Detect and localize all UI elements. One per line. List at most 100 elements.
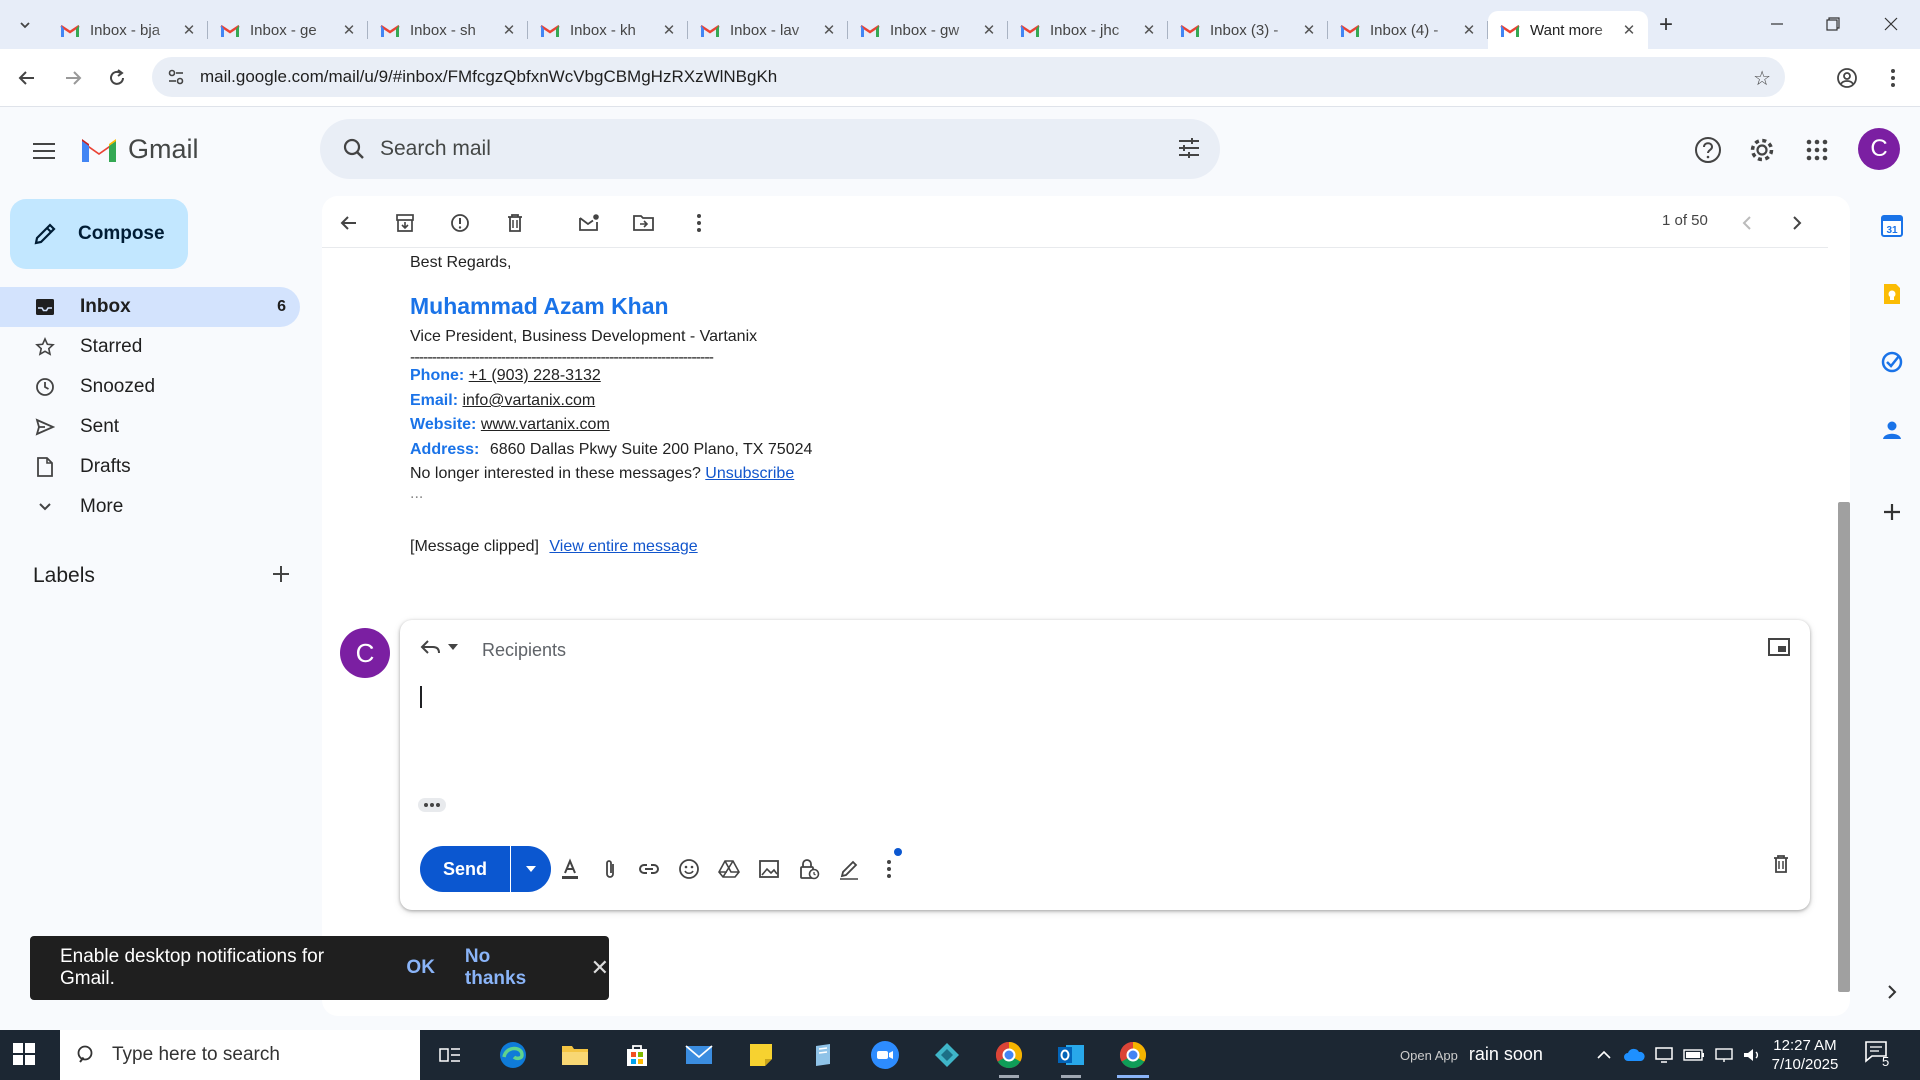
recipients-field[interactable]: Recipients [482, 640, 566, 661]
close-icon[interactable]: ✕ [1460, 21, 1478, 39]
sidebar-item-sent[interactable]: Sent [0, 407, 300, 447]
browser-tab[interactable]: Inbox - sh ✕ [368, 11, 528, 49]
formatting-options-button[interactable] [555, 854, 585, 884]
toast-ok-button[interactable]: OK [406, 957, 435, 979]
taskbar-clock[interactable]: 12:27 AM 7/10/2025 [1770, 1036, 1840, 1074]
apps-button[interactable] [1796, 129, 1838, 171]
taskbar-search-box[interactable]: Type here to search [60, 1030, 420, 1080]
start-button[interactable] [12, 1042, 36, 1071]
unsubscribe-link[interactable]: Unsubscribe [705, 465, 794, 482]
send-button[interactable]: Send [420, 846, 510, 892]
tab-search-dropdown[interactable] [12, 12, 38, 38]
browser-tab[interactable]: Inbox - gw ✕ [848, 11, 1008, 49]
more-actions-button[interactable] [682, 206, 716, 240]
weather-widget[interactable]: Open App rain soon [1400, 1044, 1543, 1065]
browser-tab[interactable]: Inbox - lav ✕ [688, 11, 848, 49]
taskbar-chrome-2[interactable] [1103, 1030, 1163, 1080]
close-icon[interactable]: ✕ [180, 21, 198, 39]
gmail-logo[interactable]: Gmail [80, 134, 199, 165]
search-bar[interactable] [320, 119, 1220, 179]
close-icon[interactable]: ✕ [980, 21, 998, 39]
contacts-app-button[interactable] [1874, 412, 1910, 448]
battery-tray[interactable] [1682, 1044, 1706, 1066]
taskbar-mail[interactable] [669, 1030, 729, 1080]
browser-tab[interactable]: Inbox (4) - ✕ [1328, 11, 1488, 49]
insert-emoji-button[interactable] [674, 854, 704, 884]
insert-drive-button[interactable] [714, 854, 744, 884]
taskbar-app-blue[interactable] [793, 1030, 853, 1080]
send-options-button[interactable] [511, 846, 551, 892]
trimmed-content-ellipsis[interactable]: ... [410, 485, 423, 503]
browser-tab[interactable]: Inbox (3) - ✕ [1168, 11, 1328, 49]
browser-tab[interactable]: Inbox - ge ✕ [208, 11, 368, 49]
get-addons-button[interactable] [1874, 494, 1910, 530]
sidebar-item-starred[interactable]: Starred [0, 327, 300, 367]
taskbar-sticky-notes[interactable] [731, 1030, 791, 1080]
show-trimmed-content-button[interactable] [418, 798, 446, 812]
back-to-inbox-button[interactable] [332, 206, 366, 240]
main-menu-button[interactable] [24, 131, 64, 171]
insert-signature-button[interactable] [834, 854, 864, 884]
newer-button[interactable] [1730, 206, 1764, 240]
scrollbar-thumb[interactable] [1838, 502, 1850, 992]
older-button[interactable] [1780, 206, 1814, 240]
site-info-icon[interactable] [158, 67, 194, 87]
network-tray[interactable] [1712, 1044, 1736, 1066]
browser-tab[interactable]: Inbox - bja ✕ [48, 11, 208, 49]
close-icon[interactable]: ✕ [340, 21, 358, 39]
close-icon[interactable]: ✕ [660, 21, 678, 39]
taskbar-outlook[interactable] [1041, 1030, 1101, 1080]
reply-type-button[interactable] [420, 638, 460, 656]
help-button[interactable] [1687, 129, 1729, 171]
task-view-button[interactable] [420, 1030, 480, 1080]
close-window-button[interactable] [1868, 8, 1914, 40]
insert-link-button[interactable] [634, 854, 664, 884]
browser-tab[interactable]: Inbox - jhc ✕ [1008, 11, 1168, 49]
account-avatar[interactable]: C [1858, 128, 1900, 170]
email-link[interactable]: info@vartanix.com [462, 392, 595, 409]
hide-side-panel-button[interactable] [1874, 974, 1910, 1010]
forward-button[interactable] [56, 61, 90, 95]
tasks-app-button[interactable] [1874, 344, 1910, 380]
more-options-button[interactable] [874, 848, 904, 884]
browser-menu-button[interactable] [1876, 61, 1910, 95]
calendar-app-button[interactable]: 31 [1874, 208, 1910, 244]
restore-button[interactable] [1810, 8, 1856, 40]
toast-close-icon[interactable]: ✕ [591, 955, 609, 981]
browser-tab[interactable]: Inbox - kh ✕ [528, 11, 688, 49]
create-label-button[interactable] [264, 557, 298, 591]
discard-draft-button[interactable] [1772, 854, 1790, 879]
toast-no-thanks-button[interactable]: No thanks [465, 946, 555, 990]
mark-unread-button[interactable] [572, 206, 606, 240]
search-icon[interactable] [338, 137, 370, 161]
browser-tab-active[interactable]: Want more ✕ [1488, 11, 1648, 49]
settings-button[interactable] [1741, 129, 1783, 171]
onedrive-tray[interactable] [1622, 1044, 1646, 1066]
phone-link[interactable]: +1 (903) 228-3132 [469, 367, 601, 384]
search-options-icon[interactable] [1176, 135, 1202, 166]
confidential-mode-button[interactable] [794, 854, 824, 884]
report-spam-button[interactable] [443, 206, 477, 240]
close-icon[interactable]: ✕ [1300, 21, 1318, 39]
minimize-button[interactable] [1754, 8, 1800, 40]
delete-button[interactable] [498, 206, 532, 240]
taskbar-file-explorer[interactable] [545, 1030, 605, 1080]
sidebar-item-snoozed[interactable]: Snoozed [0, 367, 300, 407]
compose-button[interactable]: Compose [10, 199, 188, 269]
sidebar-item-inbox[interactable]: Inbox 6 [0, 287, 300, 327]
attach-files-button[interactable] [595, 854, 625, 884]
security-tray[interactable] [1652, 1044, 1676, 1066]
insert-photo-button[interactable] [754, 854, 784, 884]
volume-tray[interactable] [1740, 1044, 1764, 1066]
taskbar-store[interactable] [607, 1030, 667, 1080]
reload-button[interactable] [100, 61, 134, 95]
website-link[interactable]: www.vartanix.com [481, 416, 610, 433]
show-hidden-icons-button[interactable] [1592, 1044, 1616, 1066]
back-button[interactable] [10, 61, 44, 95]
notification-center-button[interactable]: 5 [1864, 1040, 1904, 1070]
address-bar[interactable]: mail.google.com/mail/u/9/#inbox/FMfcgzQb… [152, 57, 1785, 97]
sidebar-item-drafts[interactable]: Drafts [0, 447, 300, 487]
close-icon[interactable]: ✕ [500, 21, 518, 39]
reply-body-input[interactable] [418, 678, 1788, 788]
close-icon[interactable]: ✕ [1140, 21, 1158, 39]
